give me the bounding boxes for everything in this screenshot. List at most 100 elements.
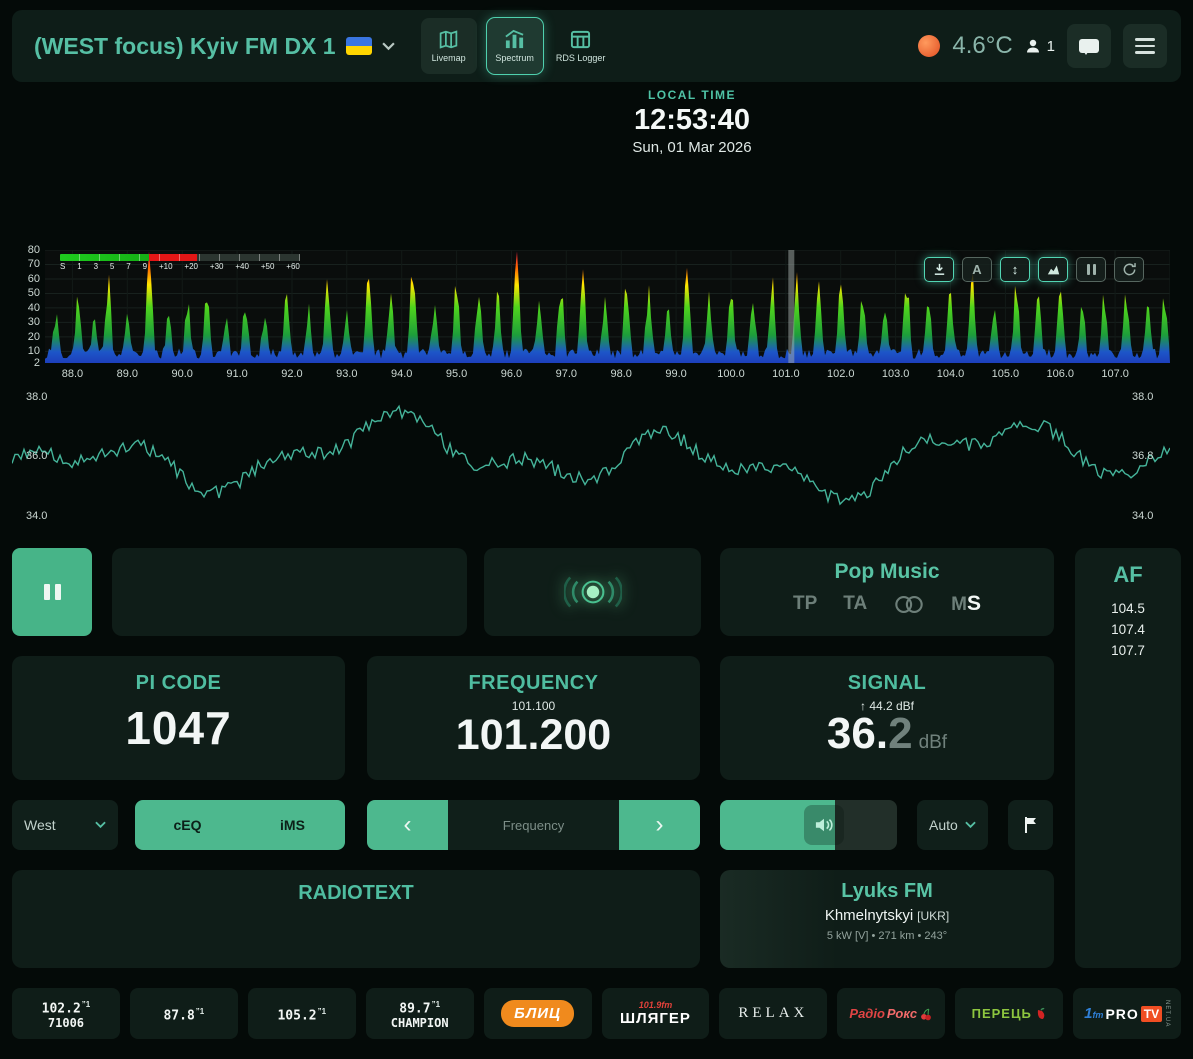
af-frequency[interactable]: 107.4 bbox=[1075, 619, 1181, 640]
preset-frequency: 102.2”1 bbox=[42, 997, 91, 1016]
s-meter-scale: S13579+10+20+30+40+50+60 bbox=[60, 262, 300, 271]
spectrum-x-tick: 106.0 bbox=[1040, 368, 1080, 380]
spectrum-button[interactable]: Spectrum bbox=[487, 18, 543, 74]
livemap-button[interactable]: Livemap bbox=[421, 18, 477, 74]
station-preset-tile[interactable]: ПЕРЕЦЬ bbox=[955, 988, 1063, 1039]
user-icon bbox=[1025, 38, 1041, 54]
frequency-input[interactable] bbox=[448, 800, 619, 850]
chevron-down-icon[interactable] bbox=[382, 42, 395, 51]
pi-code-value: 1047 bbox=[12, 701, 345, 755]
history-y-tick-left: 34.0 bbox=[26, 510, 47, 522]
spectrum-x-tick: 95.0 bbox=[437, 368, 477, 380]
preset-frequency: 89.7”1 bbox=[399, 997, 440, 1016]
audio-stop-button[interactable] bbox=[12, 548, 92, 636]
spectrum-y-tick: 30 bbox=[12, 316, 40, 328]
rds-flags-row: TP TA MS bbox=[720, 592, 1054, 616]
history-y-tick-right: 38.0 bbox=[1132, 391, 1153, 403]
af-frequency[interactable]: 104.5 bbox=[1075, 598, 1181, 619]
menu-button[interactable] bbox=[1123, 24, 1167, 68]
rds-logger-label: RDS Logger bbox=[556, 53, 606, 63]
auto-gain-label: A bbox=[972, 262, 981, 277]
station-preset-tile[interactable]: РадіоРокс bbox=[837, 988, 945, 1039]
s-meter: S13579+10+20+30+40+50+60 bbox=[60, 254, 300, 271]
station-preset-tile[interactable]: RELAX bbox=[719, 988, 827, 1039]
header-right: 4.6°C 1 bbox=[918, 24, 1167, 68]
fit-vertical-button[interactable]: ↕ bbox=[1000, 257, 1030, 282]
volume-slider[interactable] bbox=[720, 800, 897, 850]
spectrum-x-tick: 97.0 bbox=[546, 368, 586, 380]
spectrum-x-tick: 98.0 bbox=[601, 368, 641, 380]
report-flag-button[interactable] bbox=[1008, 800, 1053, 850]
spectrum-x-tick: 96.0 bbox=[491, 368, 531, 380]
header-bar: (WEST focus) Kyiv FM DX 1 Livemap Spectr… bbox=[12, 10, 1181, 82]
history-y-tick-right: 36.8 bbox=[1132, 450, 1153, 462]
refresh-icon bbox=[1122, 262, 1137, 277]
tune-up-button[interactable]: › bbox=[619, 800, 700, 850]
station-country: [UKR] bbox=[917, 909, 949, 923]
pause-button[interactable] bbox=[1076, 257, 1106, 282]
table-icon bbox=[570, 29, 591, 50]
station-logo: РадіоРокс bbox=[849, 1006, 933, 1021]
ims-toggle-button[interactable]: iMS bbox=[240, 800, 345, 850]
weather-icon bbox=[918, 35, 940, 57]
af-list-panel: AF 104.5107.4107.7 bbox=[1075, 548, 1181, 968]
station-preset-tile[interactable]: 101.9fmШЛЯГЕР bbox=[602, 988, 710, 1039]
chevron-left-icon: ‹ bbox=[404, 813, 412, 837]
spectrum-x-tick: 93.0 bbox=[327, 368, 367, 380]
refresh-button[interactable] bbox=[1114, 257, 1144, 282]
spectrum-x-tick: 103.0 bbox=[876, 368, 916, 380]
spectrum-x-tick: 91.0 bbox=[217, 368, 257, 380]
s-meter-bar bbox=[60, 254, 300, 261]
station-preset-tile[interactable]: 1fmPROTVNET.UA bbox=[1073, 988, 1181, 1039]
spectrum-y-tick: 50 bbox=[12, 287, 40, 299]
scan-mode-value: Auto bbox=[929, 817, 958, 833]
s-meter-tick: +60 bbox=[286, 262, 300, 271]
rds-logger-button[interactable]: RDS Logger bbox=[553, 18, 609, 74]
station-logo: 1fmPROTVNET.UA bbox=[1084, 1000, 1170, 1027]
music-speech-flag: MS bbox=[951, 592, 981, 616]
server-title: (WEST focus) Kyiv FM DX 1 bbox=[34, 33, 336, 60]
preset-flags: ”1 bbox=[432, 1000, 440, 1009]
preset-ps: CHAMPION bbox=[391, 1016, 449, 1030]
spectrum-toolbar: A ↕ bbox=[924, 257, 1144, 282]
spectrum-label: Spectrum bbox=[495, 53, 534, 63]
chat-button[interactable] bbox=[1067, 24, 1111, 68]
mute-button[interactable] bbox=[804, 805, 844, 845]
s-meter-tick: 9 bbox=[143, 262, 147, 271]
station-logo-frequency: 101.9fm bbox=[639, 1000, 673, 1010]
s-meter-tick: 7 bbox=[126, 262, 130, 271]
graph-style-button[interactable] bbox=[1038, 257, 1068, 282]
tune-control: ‹ › bbox=[367, 800, 700, 850]
station-presets: 102.2”17100687.8”1105.2”189.7”1CHAMPIONБ… bbox=[12, 988, 1181, 1039]
dsp-toggle-group: cEQ iMS bbox=[135, 800, 345, 850]
auto-gain-button[interactable]: A bbox=[962, 257, 992, 282]
ukraine-flag-icon bbox=[346, 37, 372, 55]
preset-ps: 71006 bbox=[48, 1016, 84, 1030]
pause-icon bbox=[1087, 264, 1096, 275]
station-preset-tile[interactable]: 105.2”1 bbox=[248, 988, 356, 1039]
baseline-snap-button[interactable] bbox=[924, 257, 954, 282]
station-preset-tile[interactable]: 89.7”1CHAMPION bbox=[366, 988, 474, 1039]
station-preset-tile[interactable]: БЛИЦ bbox=[484, 988, 592, 1039]
af-frequency[interactable]: 107.7 bbox=[1075, 640, 1181, 661]
spectrum-y-tick: 40 bbox=[12, 302, 40, 314]
signal-value: 36.2dBf bbox=[720, 709, 1054, 759]
eq-toggle-button[interactable]: cEQ bbox=[135, 800, 240, 850]
antenna-select[interactable]: West bbox=[12, 800, 118, 850]
scan-mode-select[interactable]: Auto bbox=[917, 800, 988, 850]
antenna-value: West bbox=[24, 817, 56, 833]
radiotext-panel: RADIOTEXT bbox=[12, 870, 700, 968]
stereo-icon bbox=[893, 595, 925, 614]
station-preset-tile[interactable]: 87.8”1 bbox=[130, 988, 238, 1039]
signal-title: SIGNAL bbox=[720, 672, 1054, 695]
spectrum-x-tick: 88.0 bbox=[52, 368, 92, 380]
tune-down-button[interactable]: ‹ bbox=[367, 800, 448, 850]
spectrum-x-tick: 105.0 bbox=[985, 368, 1025, 380]
server-title-group[interactable]: (WEST focus) Kyiv FM DX 1 bbox=[26, 33, 403, 60]
broadcast-icon bbox=[564, 574, 622, 610]
spectrum-y-tick: 10 bbox=[12, 345, 40, 357]
s-meter-tick: +20 bbox=[184, 262, 198, 271]
s-meter-tick: 5 bbox=[110, 262, 114, 271]
spectrum-y-tick: 20 bbox=[12, 331, 40, 343]
station-preset-tile[interactable]: 102.2”171006 bbox=[12, 988, 120, 1039]
